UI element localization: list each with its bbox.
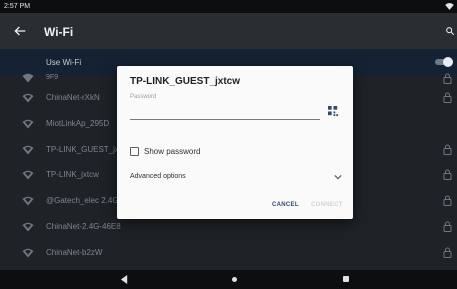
network-name: ChinaNet-rXkN [46, 93, 100, 102]
network-name: @Gatech_elec 2.4G [46, 196, 119, 206]
network-name: TP-LINK_jxtcw [46, 170, 99, 180]
wifi-signal-icon [22, 145, 34, 155]
nav-recents-icon[interactable] [343, 276, 349, 282]
wifi-password-dialog: TP-LINK_GUEST_jxtcw Password Show passwo… [117, 66, 353, 219]
chevron-down-icon [334, 174, 342, 180]
status-bar: 2:57 PM [0, 0, 457, 13]
show-password-label: Show password [144, 147, 201, 156]
navigation-bar [0, 270, 457, 289]
wifi-signal-icon [22, 248, 34, 258]
lock-icon [443, 221, 452, 232]
network-name: ChinaNet-2.4G-46E8 [46, 221, 121, 231]
network-name: ChinaNet-b2zW [46, 247, 103, 257]
network-row[interactable]: ChinaNet-b2zW [0, 240, 457, 266]
toggle-thumb [443, 57, 453, 67]
checkbox-box[interactable] [130, 147, 139, 156]
use-wifi-label: Use Wi-Fi [46, 58, 82, 67]
qr-scan-icon[interactable] [328, 106, 339, 117]
cancel-button[interactable]: CANCEL [272, 202, 299, 208]
wifi-signal-icon [22, 222, 34, 232]
arrow-back-icon[interactable] [12, 23, 28, 39]
search-icon[interactable] [445, 25, 455, 37]
wifi-signal-icon [22, 119, 34, 129]
page-title: Wi-Fi [44, 25, 74, 39]
network-name: MiotLinkAp_295D [46, 118, 110, 128]
lock-icon [443, 73, 452, 84]
lock-icon [443, 247, 452, 258]
nav-back-icon[interactable] [120, 275, 129, 284]
password-label: Password [130, 94, 157, 100]
connect-button[interactable]: CONNECT [311, 202, 343, 208]
status-time: 2:57 PM [4, 3, 31, 10]
advanced-options-label: Advanced options [130, 173, 186, 180]
wifi-signal-icon [22, 171, 34, 180]
lock-icon [443, 195, 452, 207]
wifi-signal-icon [22, 196, 34, 206]
lock-icon [443, 169, 452, 181]
lock-icon [443, 92, 452, 103]
wifi-signal-icon [22, 73, 34, 83]
network-name: 9F9 [46, 74, 59, 81]
password-field[interactable] [130, 106, 320, 120]
wifi-icon [445, 3, 454, 10]
wifi-signal-icon [22, 93, 34, 103]
dialog-title: TP-LINK_GUEST_jxtcw [130, 76, 241, 87]
app-bar: Wi-Fi [0, 13, 457, 49]
lock-icon [443, 144, 452, 155]
advanced-options-row[interactable]: Advanced options [130, 172, 342, 184]
nav-home-icon[interactable] [232, 277, 237, 282]
use-wifi-toggle[interactable] [435, 57, 453, 67]
